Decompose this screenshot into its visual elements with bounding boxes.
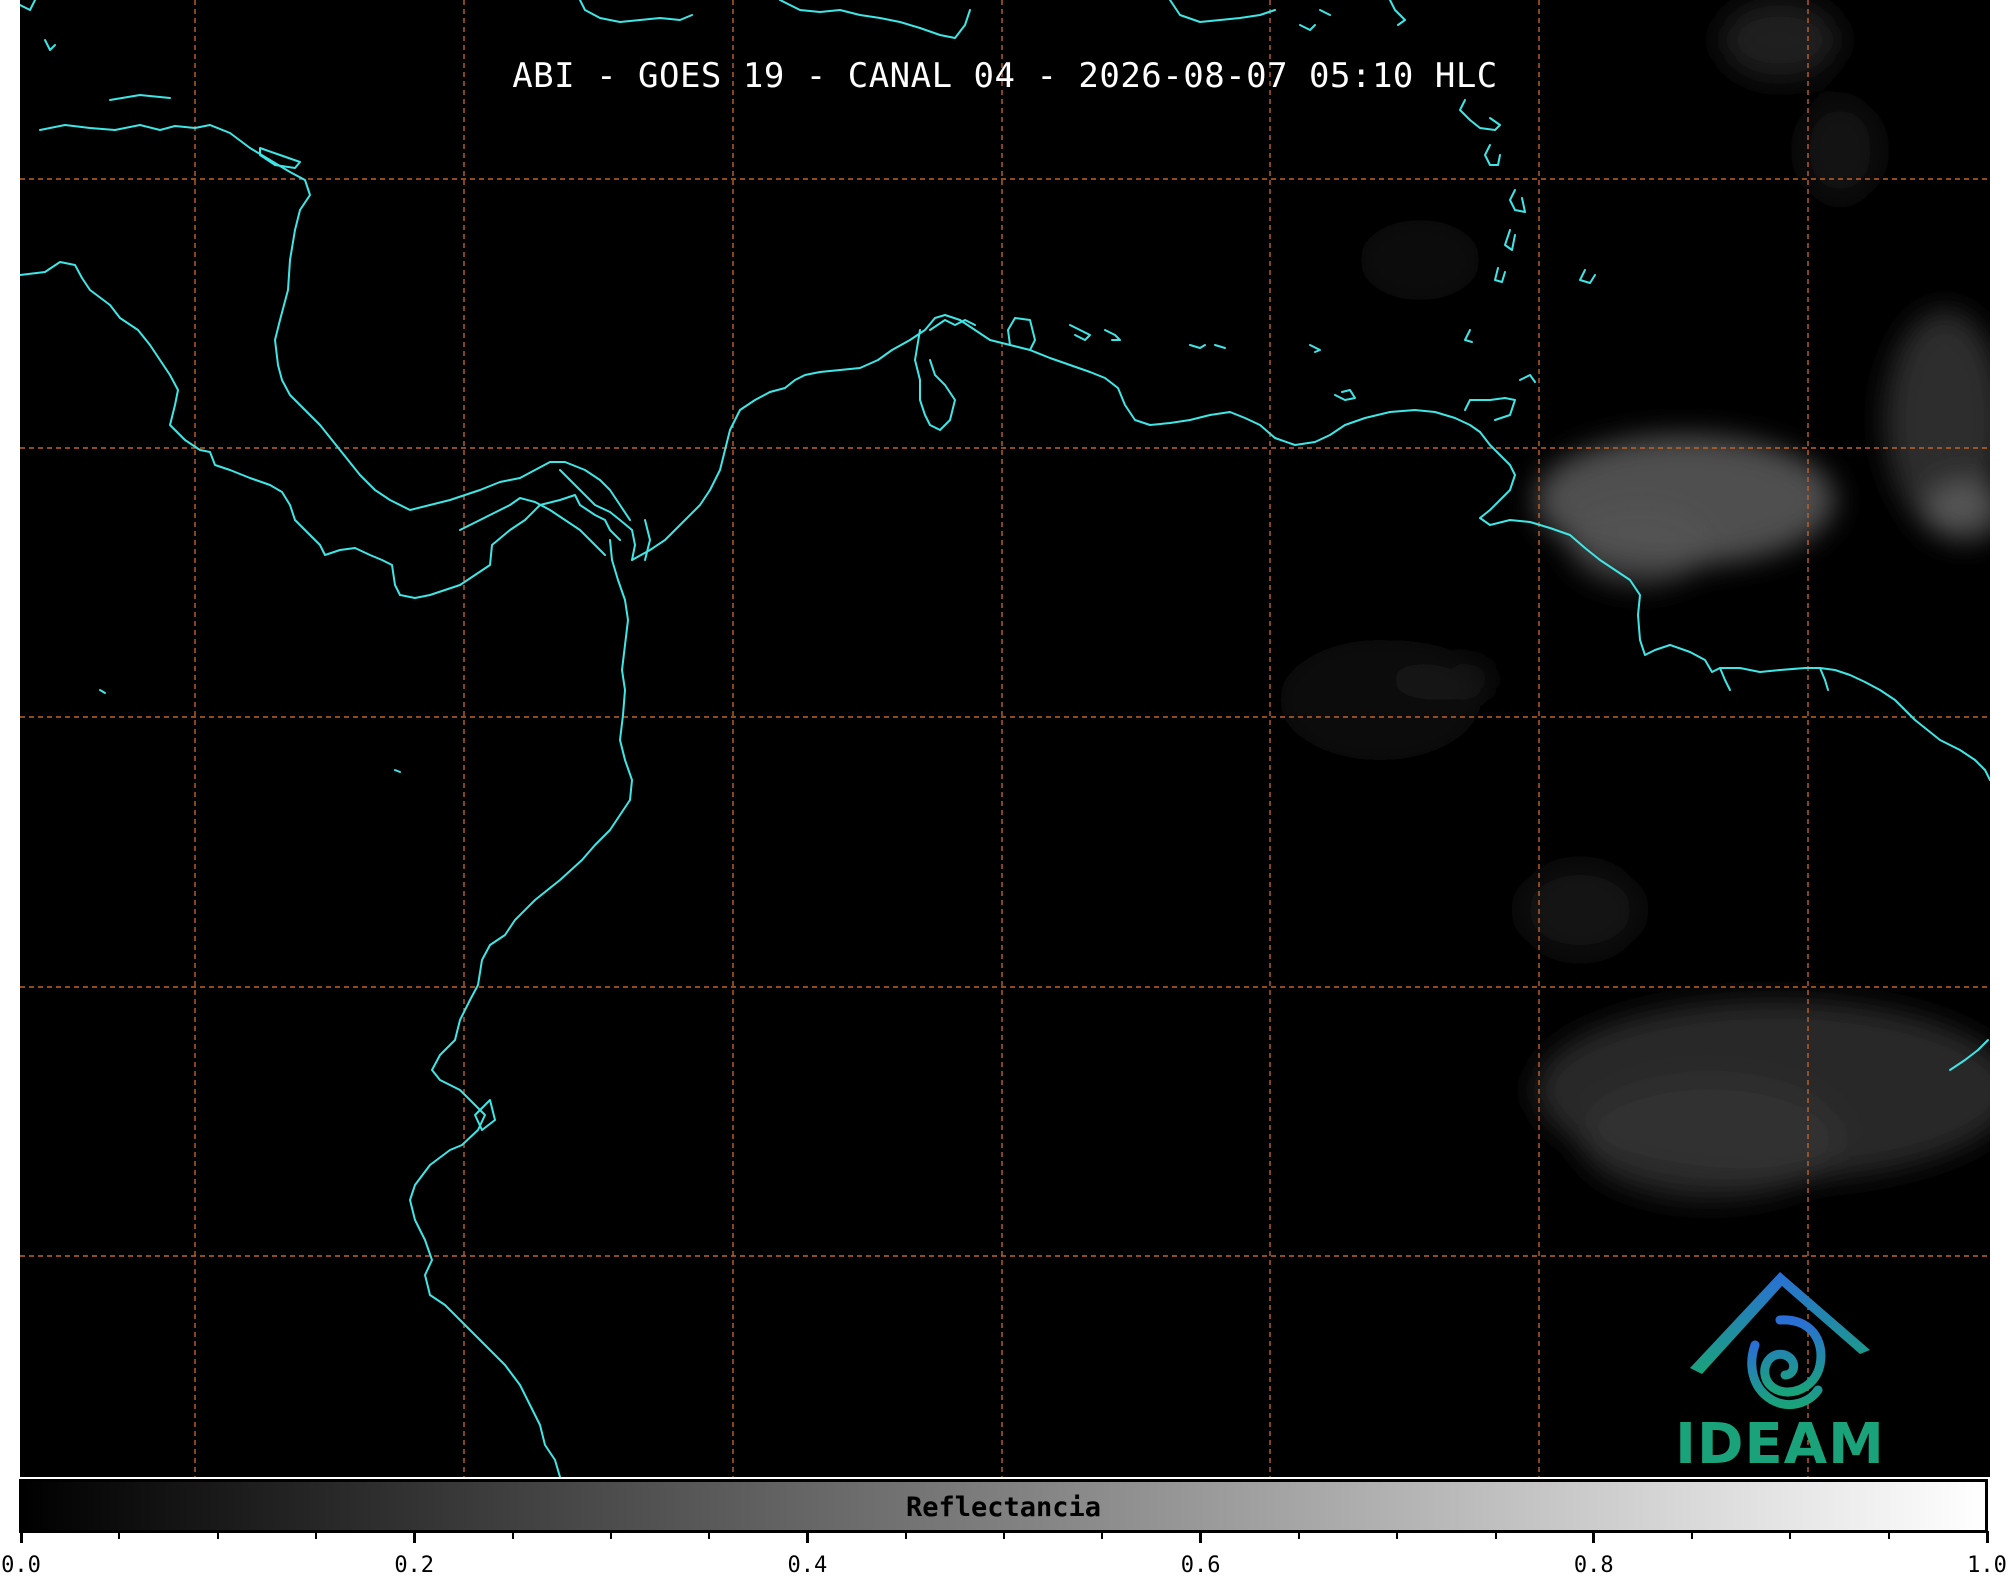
minor-tick [1101,1531,1104,1539]
minor-tick [1494,1531,1497,1539]
tick-label-3: 0.6 [1180,1553,1221,1578]
major-tick [1592,1531,1596,1543]
cloud-imagery [1280,0,1990,1200]
ideam-logo-icon [1690,1272,1870,1409]
satellite-map: ABI - GOES 19 - CANAL 04 - 2026-08-07 05… [20,0,1990,1477]
minor-tick [511,1531,514,1539]
major-tick [412,1531,416,1543]
minor-tick [1003,1531,1005,1539]
minor-tick [1396,1531,1399,1539]
minor-tick [118,1531,121,1539]
minor-tick [1691,1531,1694,1539]
major-tick [1985,1531,1989,1543]
colorbar-ticks: 0.0 0.2 0.4 0.6 0.8 1.0 [0,1531,2011,1578]
tick-label-4: 0.8 [1573,1553,1614,1578]
minor-tick [1887,1531,1890,1539]
reflectance-colorbar: Reflectancia [19,1479,1988,1533]
tick-label-0: 0.0 [1,1553,41,1578]
ideam-logo: IDEAM [1660,1250,1900,1477]
major-tick [805,1531,809,1543]
tick-label-5: 1.0 [1967,1553,2007,1578]
minor-tick [708,1531,711,1539]
minor-tick [314,1531,317,1539]
colorbar-label: Reflectancia [905,1492,1102,1523]
minor-tick [609,1531,612,1539]
tick-label-1: 0.2 [394,1553,435,1578]
minor-tick [904,1531,907,1539]
major-tick [1199,1531,1203,1543]
minor-tick [1297,1531,1300,1539]
map-title: ABI - GOES 19 - CANAL 04 - 2026-08-07 05… [512,56,1498,96]
tick-label-2: 0.4 [787,1553,828,1578]
minor-tick [1789,1531,1792,1539]
ideam-logo-text: IDEAM [1675,1412,1885,1477]
major-tick [19,1531,23,1543]
minor-tick [216,1531,219,1539]
